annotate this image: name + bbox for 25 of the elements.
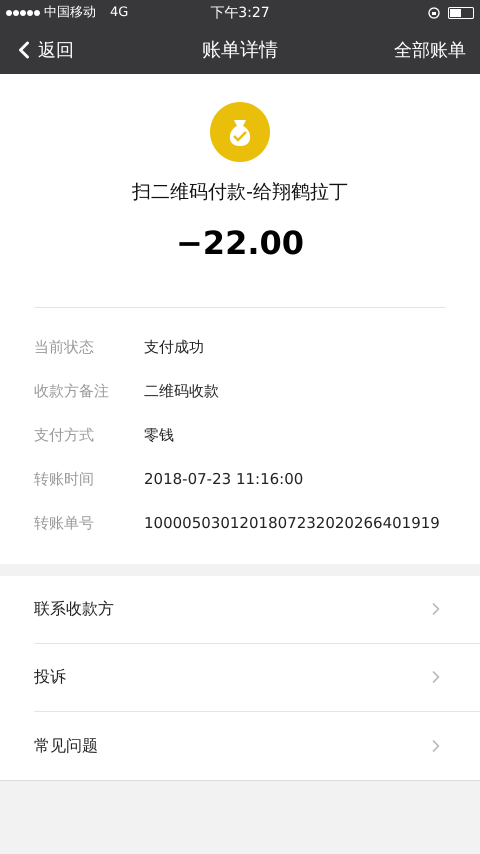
payment-title: 扫二维码付款-给翔鹤拉丁 xyxy=(132,180,348,205)
menu-item[interactable]: 常见问题 xyxy=(34,712,480,780)
rotation-lock-icon xyxy=(428,7,440,19)
detail-value: 零钱 xyxy=(144,425,174,446)
detail-label: 支付方式 xyxy=(34,425,95,446)
detail-value: 二维码收款 xyxy=(144,381,219,402)
detail-label: 转账单号 xyxy=(34,513,95,534)
detail-value: 1000050301201807232020266401919 xyxy=(144,513,440,534)
page-title: 账单详情 xyxy=(202,38,278,63)
battery-icon xyxy=(448,7,474,19)
detail-value: 支付成功 xyxy=(144,337,204,358)
detail-label: 转账时间 xyxy=(34,469,95,490)
carrier-name: 中国移动 xyxy=(44,4,96,22)
detail-label: 收款方备注 xyxy=(34,381,110,402)
clock: 下午3:27 xyxy=(210,4,270,22)
money-bag-icon xyxy=(210,102,270,162)
network-type: 4G xyxy=(110,4,128,22)
menu-item[interactable]: 联系收款方 xyxy=(34,576,480,644)
back-button[interactable]: 返回 xyxy=(14,36,74,64)
amount: −22.00 xyxy=(176,222,304,264)
signal-icon xyxy=(6,10,40,16)
detail-label: 当前状态 xyxy=(34,337,95,358)
menu-item[interactable]: 投诉 xyxy=(34,644,480,712)
detail-value: 2018-07-23 11:16:00 xyxy=(144,469,304,490)
all-bills-link[interactable]: 全部账单 xyxy=(394,36,466,64)
